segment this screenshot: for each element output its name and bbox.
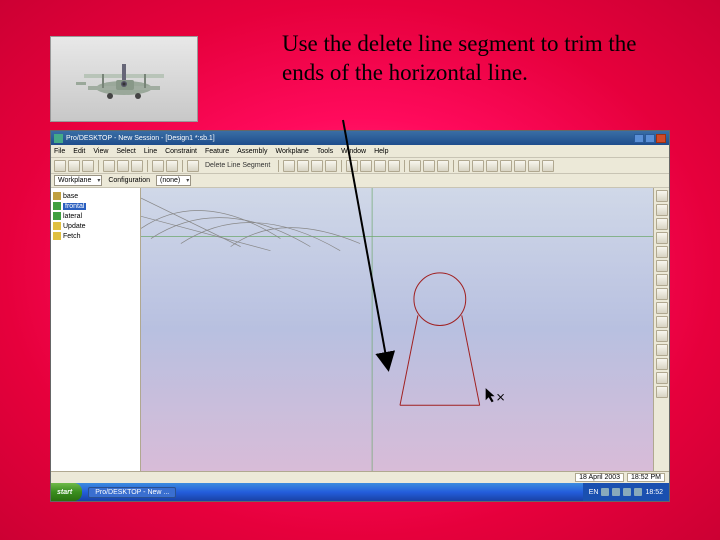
minimize-button[interactable]	[634, 134, 644, 143]
tool-b10[interactable]	[423, 160, 435, 172]
menu-workplane[interactable]: Workplane	[275, 148, 308, 155]
tool-b15[interactable]	[500, 160, 512, 172]
tool-new[interactable]	[54, 160, 66, 172]
tool-b13[interactable]	[472, 160, 484, 172]
window-controls	[634, 134, 666, 143]
rtool-13[interactable]	[656, 358, 668, 370]
rtool-10[interactable]	[656, 316, 668, 328]
right-toolbar	[653, 188, 669, 471]
maximize-button[interactable]	[645, 134, 655, 143]
tool-b1[interactable]	[283, 160, 295, 172]
menu-window[interactable]: Window	[341, 148, 366, 155]
rtool-14[interactable]	[656, 372, 668, 384]
tree-node-lateral[interactable]: lateral	[53, 211, 138, 221]
tree-node-base[interactable]: base	[53, 191, 138, 201]
tool-b2[interactable]	[297, 160, 309, 172]
workarea: base frontal lateral Update Fetch	[51, 188, 669, 471]
status-date: 18 April 2003	[575, 473, 624, 482]
menu-edit[interactable]: Edit	[73, 148, 85, 155]
tool-b18[interactable]	[542, 160, 554, 172]
tray-icon-3[interactable]	[623, 488, 631, 496]
statusbar: 18 April 2003 18:52 PM	[51, 471, 669, 483]
start-button[interactable]: start	[51, 483, 82, 501]
app-icon	[54, 134, 63, 143]
drawing-canvas[interactable]	[141, 188, 653, 471]
tree-node-fetch[interactable]: Fetch	[53, 231, 138, 241]
model-tree: base frontal lateral Update Fetch	[51, 188, 141, 471]
titlebar: Pro/DESKTOP - New Session - [Design1 *:s…	[51, 131, 669, 145]
menu-help[interactable]: Help	[374, 148, 388, 155]
rtool-12[interactable]	[656, 344, 668, 356]
tree-node-update[interactable]: Update	[53, 221, 138, 231]
system-tray: EN 18:52	[583, 483, 669, 501]
tool-copy[interactable]	[117, 160, 129, 172]
tool-undo[interactable]	[152, 160, 164, 172]
menu-line[interactable]: Line	[144, 148, 157, 155]
rtool-2[interactable]	[656, 204, 668, 216]
menu-select[interactable]: Select	[116, 148, 135, 155]
config-label: Configuration	[108, 177, 150, 184]
cursor-icon	[486, 388, 504, 402]
config-dropdown[interactable]: (none)	[156, 175, 191, 186]
taskbar: start Pro/DESKTOP - New ... EN 18:52	[51, 483, 669, 501]
tool-b12[interactable]	[458, 160, 470, 172]
tool-b5[interactable]	[346, 160, 358, 172]
rtool-1[interactable]	[656, 190, 668, 202]
tray-clock: 18:52	[645, 489, 663, 496]
rtool-8[interactable]	[656, 288, 668, 300]
tray-icon-1[interactable]	[601, 488, 609, 496]
status-time: 18:52 PM	[627, 473, 665, 482]
tool-b3[interactable]	[311, 160, 323, 172]
tool-b11[interactable]	[437, 160, 449, 172]
tree-node-frontal[interactable]: frontal	[53, 201, 138, 211]
tray-icon-4[interactable]	[634, 488, 642, 496]
tool-delete-line-segment[interactable]	[187, 160, 199, 172]
tool-open[interactable]	[68, 160, 80, 172]
workplane-dropdown[interactable]: Workplane	[54, 175, 102, 186]
rtool-4[interactable]	[656, 232, 668, 244]
tool-b4[interactable]	[325, 160, 337, 172]
close-button[interactable]	[656, 134, 666, 143]
toolbar-main: Delete Line Segment	[51, 158, 669, 174]
tool-paste[interactable]	[131, 160, 143, 172]
app-screenshot: Pro/DESKTOP - New Session - [Design1 *:s…	[50, 130, 670, 502]
instruction-text: Use the delete line segment to trim the …	[282, 30, 662, 88]
menu-feature[interactable]: Feature	[205, 148, 229, 155]
tool-cut[interactable]	[103, 160, 115, 172]
biplane-image	[50, 36, 198, 122]
rtool-7[interactable]	[656, 274, 668, 286]
tool-b9[interactable]	[409, 160, 421, 172]
tool-b8[interactable]	[388, 160, 400, 172]
tool-b7[interactable]	[374, 160, 386, 172]
tool-b17[interactable]	[528, 160, 540, 172]
menu-view[interactable]: View	[93, 148, 108, 155]
menu-file[interactable]: File	[54, 148, 65, 155]
menubar: File Edit View Select Line Constraint Fe…	[51, 145, 669, 158]
tray-lang[interactable]: EN	[589, 489, 599, 496]
tray-icon-2[interactable]	[612, 488, 620, 496]
rtool-15[interactable]	[656, 386, 668, 398]
slide: Use the delete line segment to trim the …	[0, 0, 720, 540]
tool-save[interactable]	[82, 160, 94, 172]
tool-b16[interactable]	[514, 160, 526, 172]
tool-label: Delete Line Segment	[205, 162, 270, 169]
rtool-9[interactable]	[656, 302, 668, 314]
tool-redo[interactable]	[166, 160, 178, 172]
menu-constraint[interactable]: Constraint	[165, 148, 197, 155]
tool-b6[interactable]	[360, 160, 372, 172]
menu-tools[interactable]: Tools	[317, 148, 333, 155]
tool-b14[interactable]	[486, 160, 498, 172]
rtool-3[interactable]	[656, 218, 668, 230]
rtool-6[interactable]	[656, 260, 668, 272]
menu-assembly[interactable]: Assembly	[237, 148, 267, 155]
subbar: Workplane Configuration (none)	[51, 174, 669, 188]
rtool-5[interactable]	[656, 246, 668, 258]
rtool-11[interactable]	[656, 330, 668, 342]
taskbar-item[interactable]: Pro/DESKTOP - New ...	[88, 487, 176, 498]
window-title: Pro/DESKTOP - New Session - [Design1 *:s…	[66, 135, 215, 142]
